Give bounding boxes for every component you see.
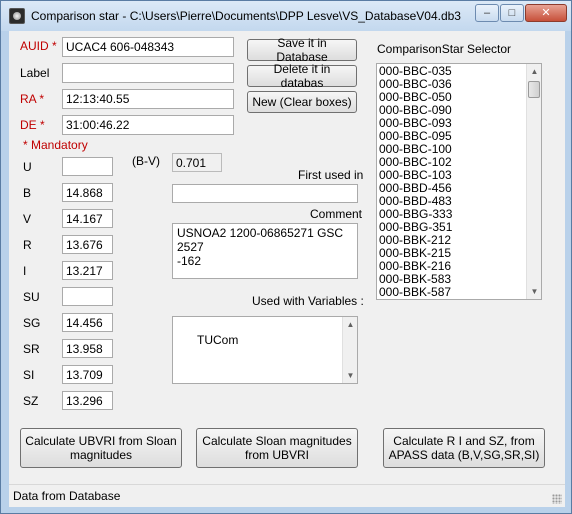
close-button[interactable]: ✕ [525,4,567,22]
ra-label: RA * [20,92,45,106]
magnitude-field[interactable]: 14.456 [62,313,113,332]
magnitude-field[interactable]: 13.676 [62,235,113,254]
first-used-field[interactable] [172,184,358,203]
magnitude-label: SG [23,316,41,330]
de-field[interactable]: 31:00:46.22 [62,115,234,135]
magnitude-label: B [23,186,32,200]
bv-label: (B-V) [132,154,160,168]
app-icon [9,8,25,24]
listbox-scrollbar[interactable]: ▲ ▼ [526,64,541,299]
magnitude-field[interactable] [62,287,113,306]
scroll-thumb[interactable] [528,81,540,98]
title-bar[interactable]: Comparison star - C:\Users\Pierre\Docume… [1,1,571,31]
scroll-up-arrow-icon[interactable]: ▲ [343,317,357,332]
magnitude-label: SR [23,342,40,356]
calc-sloan-from-ubvri-button[interactable]: Calculate Sloan magnitudes from UBVRI [196,428,358,468]
magnitude-field[interactable]: 13.296 [62,391,113,410]
magnitude-label: V [23,212,32,226]
used-with-label: Used with Variables : [252,294,364,308]
listbox-items: 000-BBC-035 000-BBC-036 000-BBC-050 000-BBC… [379,65,524,299]
form-client-area: AUID * UCAC4 606-048343 Label RA * 12:13… [9,31,565,507]
comment-textarea[interactable]: USNOA2 1200-06865271 GSC 2527 -162 [172,223,358,279]
status-text: Data from Database [13,489,121,503]
bv-value-field: 0.701 [172,153,222,172]
magnitude-field[interactable]: 13.958 [62,339,113,358]
label-field[interactable] [62,63,234,83]
scroll-up-arrow-icon[interactable]: ▲ [527,64,541,79]
scroll-down-arrow-icon[interactable]: ▼ [343,368,357,383]
magnitude-label: SZ [23,394,39,408]
calc-ri-sz-from-apass-button[interactable]: Calculate R I and SZ, from APASS data (B… [383,428,545,468]
comparison-star-listbox[interactable]: 000-BBC-035 000-BBC-036 000-BBC-050 000-BBC… [376,63,542,300]
auid-field[interactable]: UCAC4 606-048343 [62,37,234,57]
window-title: Comparison star - C:\Users\Pierre\Docume… [31,9,461,23]
list-item[interactable]: 000-BBK-587 [379,286,524,299]
magnitude-label: U [23,160,32,174]
magnitude-field[interactable]: 13.709 [62,365,113,384]
de-label: DE * [20,118,45,132]
save-button[interactable]: Save it in Database [247,36,357,64]
magnitude-label: I [23,264,27,278]
magnitude-label: R [23,238,32,252]
label-label: Label [20,66,50,80]
comment-label: Comment [310,207,363,221]
used-with-scrollbar[interactable]: ▲ ▼ [342,317,357,383]
used-with-text: TUCom [197,333,239,347]
auid-label: AUID * [20,39,57,53]
delete-button[interactable]: Delete it in databas [247,62,357,90]
new-clear-button[interactable]: New (Clear boxes) [247,91,357,113]
selector-title: ComparisonStar Selector [377,42,512,56]
first-used-label: First used in [298,168,364,182]
magnitude-field[interactable]: 14.868 [62,183,113,202]
magnitude-label: SI [23,368,35,382]
app-window: Comparison star - C:\Users\Pierre\Docume… [0,0,572,514]
status-bar: Data from Database [9,484,565,507]
magnitude-field[interactable] [62,157,113,176]
magnitude-label: SU [23,290,40,304]
minimize-button[interactable]: – [475,4,499,22]
maximize-button[interactable]: □ [500,4,524,22]
scroll-down-arrow-icon[interactable]: ▼ [527,284,541,299]
magnitude-field[interactable]: 14.167 [62,209,113,228]
magnitude-field[interactable]: 13.217 [62,261,113,280]
ra-field[interactable]: 12:13:40.55 [62,89,234,109]
calc-ubvri-from-sloan-button[interactable]: Calculate UBVRI from Sloan magnitudes [20,428,182,468]
used-with-textarea[interactable]: TUCom ▲ ▼ [172,316,358,384]
resize-grip-icon[interactable] [552,494,562,504]
mandatory-note: * Mandatory [23,138,88,152]
